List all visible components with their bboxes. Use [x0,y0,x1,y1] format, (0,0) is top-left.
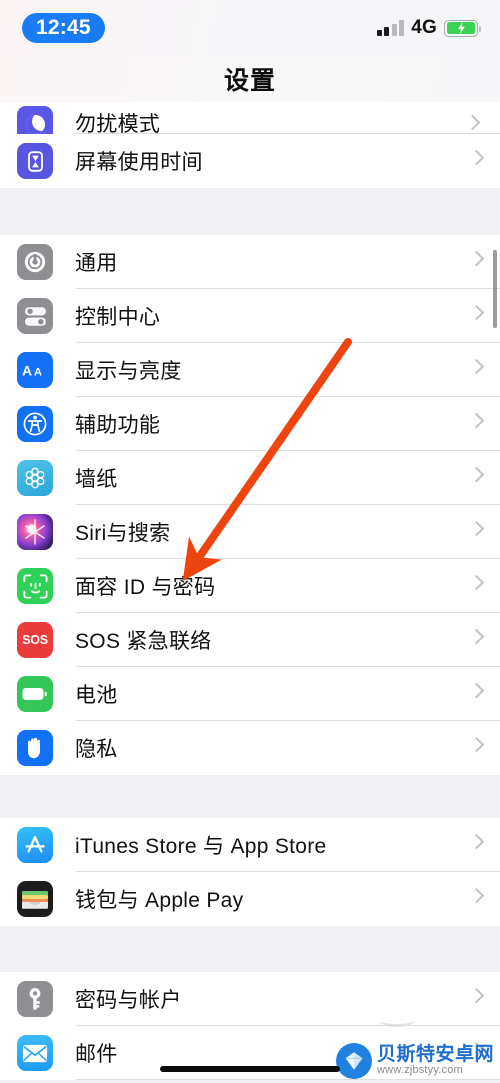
section-gap [0,188,500,235]
privacy-hand-icon [17,730,53,766]
chevron-right-icon [468,833,485,849]
settings-row-label: 控制中心 [75,306,161,329]
settings-row-label: 墙纸 [75,468,118,491]
settings-group-1: 勿扰模式 屏幕使用时间 [0,102,500,188]
settings-row-privacy[interactable]: 隐私 [0,721,500,775]
settings-row-accessibility[interactable]: 辅助功能 [0,397,500,451]
gear-icon [17,244,53,280]
chevron-right-icon [468,412,485,428]
siri-icon [17,514,53,550]
watermark-text: 贝斯特安卓网 www.zjbstyy.com [377,1045,494,1076]
settings-row-label: 密码与帐户 [75,989,182,1012]
watermark-site-url: www.zjbstyy.com [376,1064,463,1077]
chevron-right-icon [464,114,481,131]
chevron-right-icon [468,304,485,320]
settings-row-screen-time[interactable]: 屏幕使用时间 [0,134,500,188]
app-store-icon [17,827,53,863]
chevron-right-icon [468,628,485,644]
status-time-pill[interactable]: 12:45 [22,13,105,43]
settings-row-passwords-accounts[interactable]: 密码与帐户 [0,972,500,1026]
chevron-right-icon [468,887,485,903]
settings-row-label: 邮件 [75,1043,118,1066]
site-watermark: 贝斯特安卓网 www.zjbstyy.com [335,1043,494,1079]
mail-icon [17,1035,53,1071]
chevron-right-icon [468,466,485,482]
cellular-signal-icon [376,20,405,36]
chevron-right-icon [468,736,485,752]
accessibility-icon [17,406,53,442]
sos-icon: SOS [17,622,53,658]
wallpaper-icon [17,460,53,496]
watermark-site-name: 贝斯特安卓网 [376,1044,494,1066]
settings-row-emergency-sos[interactable]: SOS SOS 紧急联络 [0,613,500,667]
settings-group-2: 通用 控制中心 A A 显示与亮度 辅助功能 墙纸 Siri与搜索 面容 ID … [0,235,500,775]
settings-row-label: 屏幕使用时间 [75,151,203,174]
settings-row-do-not-disturb[interactable]: 勿扰模式 [0,102,500,142]
chevron-right-icon [468,574,485,590]
chevron-right-icon [468,250,485,266]
network-type-label: 4G [411,17,437,38]
settings-row-label: 钱包与 Apple Pay [75,889,244,912]
settings-row-wallet-apple-pay[interactable]: 钱包与 Apple Pay [0,872,500,926]
status-bar: 12:45 4G [0,0,500,56]
settings-row-label: SOS 紧急联络 [75,630,212,653]
iphone-settings-screen: 12:45 4G 设置 勿扰模式 屏幕使用时间 通用 控制中心 A A 显示与亮… [0,0,500,1083]
chevron-right-icon [468,520,485,536]
section-gap [0,926,500,972]
settings-row-label: iTunes Store 与 App Store [75,835,327,858]
svg-text:A: A [34,367,42,379]
settings-row-general[interactable]: 通用 [0,235,500,289]
settings-row-label: 电池 [75,684,118,707]
key-icon [17,981,53,1017]
hourglass-icon [17,143,53,179]
section-gap [0,775,500,818]
battery-charging-icon [444,19,482,37]
svg-text:A: A [22,363,32,379]
settings-row-label: Siri与搜索 [75,522,171,545]
settings-row-control-center[interactable]: 控制中心 [0,289,500,343]
settings-row-siri-search[interactable]: Siri与搜索 [0,505,500,559]
face-id-icon [17,568,53,604]
settings-row-label: 隐私 [75,738,118,761]
status-right-cluster: 4G [376,17,482,39]
settings-list[interactable]: 勿扰模式 屏幕使用时间 通用 控制中心 A A 显示与亮度 辅助功能 墙纸 Si… [0,102,500,1083]
chevron-right-icon [468,149,485,165]
display-brightness-icon: A A [17,352,53,388]
settings-row-battery[interactable]: 电池 [0,667,500,721]
settings-row-label: 通用 [75,252,118,275]
watermark-smudge [380,1015,414,1027]
control-center-icon [17,298,53,334]
navigation-bar: 设置 [0,56,500,102]
home-indicator[interactable] [160,1066,340,1072]
chevron-right-icon [468,358,485,374]
chevron-right-icon [468,682,485,698]
settings-row-itunes-app-store[interactable]: iTunes Store 与 App Store [0,818,500,872]
chevron-right-icon [468,987,485,1003]
watermark-logo-icon [335,1043,372,1079]
page-title: 设置 [223,67,276,95]
settings-row-label: 显示与亮度 [75,360,182,383]
settings-row-face-id-passcode[interactable]: 面容 ID 与密码 [0,559,500,613]
vertical-scrollbar[interactable] [493,250,497,328]
settings-row-display-brightness[interactable]: A A 显示与亮度 [0,343,500,397]
lightning-bolt-icon [457,22,465,34]
settings-group-3: iTunes Store 与 App Store 钱包与 Apple Pay [0,818,500,926]
settings-row-wallpaper[interactable]: 墙纸 [0,451,500,505]
battery-icon [17,676,53,712]
wallet-icon [17,881,53,917]
settings-row-label: 面容 ID 与密码 [75,576,216,599]
settings-row-label: 辅助功能 [75,414,161,437]
